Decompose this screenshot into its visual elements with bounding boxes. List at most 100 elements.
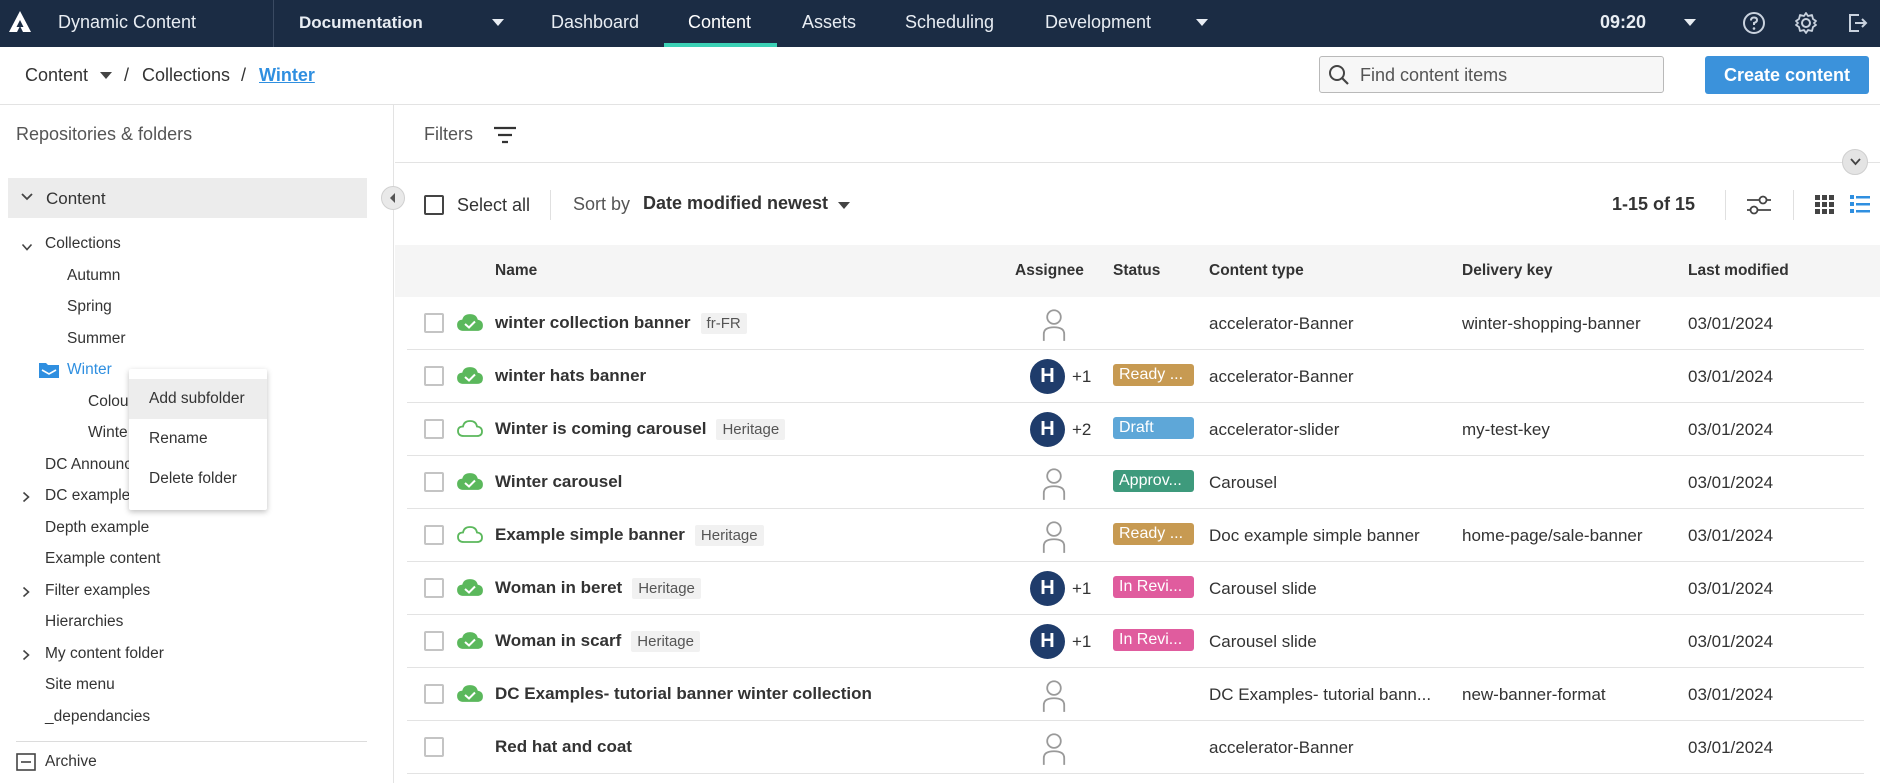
row-checkbox[interactable] — [424, 737, 444, 757]
column-header-content-type[interactable]: Content type — [1209, 262, 1304, 280]
row-checkbox[interactable] — [424, 684, 444, 704]
table-row[interactable]: Red hat and coat accelerator-Banner 03/01… — [407, 721, 1864, 774]
sidebar-item-collections[interactable]: Collections — [45, 235, 121, 253]
sidebar-item-summer[interactable]: Summer — [67, 330, 126, 348]
table-row[interactable]: Woman in beret Heritage H +1 In Revi... Carou… — [407, 562, 1864, 615]
breadcrumb-chevron-down-icon[interactable] — [99, 71, 113, 80]
extra-assignee-count[interactable]: +2 — [1072, 420, 1091, 440]
row-name-text[interactable]: Woman in beret — [495, 578, 622, 597]
nav-development[interactable]: Development — [1045, 12, 1151, 33]
nav-assets[interactable]: Assets — [802, 12, 856, 33]
sidebar-item-filter-examples[interactable]: Filter examples — [45, 582, 150, 600]
column-header-delivery-key[interactable]: Delivery key — [1462, 262, 1553, 280]
create-content-button[interactable]: Create content — [1705, 56, 1869, 94]
row-checkbox[interactable] — [424, 419, 444, 439]
column-header-status[interactable]: Status — [1113, 262, 1160, 280]
clock-display[interactable]: 09:20 — [1600, 12, 1646, 33]
table-row[interactable]: winter collection banner fr-FR accelerato… — [407, 297, 1864, 350]
row-name-text[interactable]: Winter is coming carousel — [495, 419, 706, 438]
row-name[interactable]: winter hats banner — [495, 366, 646, 386]
avatar[interactable]: H — [1030, 412, 1065, 447]
sidebar-item-dc-announcements[interactable]: DC Announc — [45, 456, 132, 474]
sidebar-item-dependancies[interactable]: _dependancies — [45, 708, 150, 726]
development-chevron-down-icon[interactable] — [1195, 18, 1209, 28]
row-checkbox[interactable] — [424, 366, 444, 386]
row-name-text[interactable]: Winter carousel — [495, 472, 622, 491]
column-header-assignee[interactable]: Assignee — [1015, 262, 1084, 280]
amplience-logo-icon[interactable] — [6, 8, 34, 36]
column-header-last-modified[interactable]: Last modified — [1688, 262, 1789, 280]
row-name-text[interactable]: DC Examples- tutorial banner winter coll… — [495, 684, 872, 703]
table-row[interactable]: DC Examples- tutorial banner winter coll… — [407, 668, 1864, 721]
row-name-text[interactable]: Woman in scarf — [495, 631, 621, 650]
search-input[interactable] — [1360, 63, 1650, 87]
sidebar-item-winter-child[interactable]: Colou — [88, 393, 129, 411]
sidebar-item-hierarchies[interactable]: Hierarchies — [45, 613, 123, 631]
sidebar-item-winter-child[interactable]: Winte — [88, 424, 128, 442]
filters-label[interactable]: Filters — [424, 124, 473, 145]
list-view-icon[interactable] — [1849, 193, 1871, 215]
extra-assignee-count[interactable]: +1 — [1072, 367, 1091, 387]
table-row[interactable]: winter hats banner H +1 Ready ... accelerato… — [407, 350, 1864, 403]
row-name[interactable]: Example simple banner Heritage — [495, 525, 764, 546]
sort-chevron-down-icon[interactable] — [837, 201, 851, 210]
sidebar-item-site-menu[interactable]: Site menu — [45, 676, 115, 694]
chevron-down-icon[interactable] — [20, 192, 34, 202]
row-name[interactable]: winter collection banner fr-FR — [495, 313, 747, 334]
row-checkbox[interactable] — [424, 525, 444, 545]
row-name[interactable]: Red hat and coat — [495, 737, 632, 757]
extra-assignee-count[interactable]: +1 — [1072, 579, 1091, 599]
sidebar-item-depth-example[interactable]: Depth example — [45, 519, 149, 537]
sidebar-item-dc-examples[interactable]: DC example — [45, 487, 130, 505]
nav-content[interactable]: Content — [688, 12, 751, 33]
row-name-text[interactable]: winter hats banner — [495, 366, 646, 385]
menu-item-rename[interactable]: Rename — [129, 419, 267, 459]
gear-icon[interactable] — [1793, 10, 1819, 36]
menu-item-delete-folder[interactable]: Delete folder — [129, 459, 267, 499]
table-row[interactable]: Woman in scarf Heritage H +1 In Revi... Carou… — [407, 615, 1864, 668]
table-row[interactable]: Winter carousel Approv... Carousel 03/01/2… — [407, 456, 1864, 509]
nav-scheduling[interactable]: Scheduling — [905, 12, 994, 33]
nav-dashboard[interactable]: Dashboard — [551, 12, 639, 33]
row-name[interactable]: Woman in scarf Heritage — [495, 631, 700, 652]
chevron-right-icon[interactable] — [22, 649, 31, 661]
sidebar-item-content[interactable]: Content — [8, 178, 367, 218]
row-name-text[interactable]: Example simple banner — [495, 525, 685, 544]
select-all-label[interactable]: Select all — [457, 195, 530, 216]
user-placeholder-icon[interactable] — [1037, 308, 1071, 342]
avatar[interactable]: H — [1030, 571, 1065, 606]
row-name-text[interactable]: winter collection banner — [495, 313, 691, 332]
clock-chevron-down-icon[interactable] — [1683, 18, 1697, 28]
row-name[interactable]: Winter is coming carousel Heritage — [495, 419, 786, 440]
row-checkbox[interactable] — [424, 313, 444, 333]
row-checkbox[interactable] — [424, 472, 444, 492]
user-placeholder-icon[interactable] — [1037, 467, 1071, 501]
sort-dropdown[interactable]: Date modified newest — [643, 193, 828, 214]
row-name[interactable]: Winter carousel — [495, 472, 622, 492]
chevron-right-icon[interactable] — [22, 586, 31, 598]
row-name[interactable]: Woman in beret Heritage — [495, 578, 701, 599]
select-all-checkbox[interactable] — [424, 195, 444, 215]
sidebar-item-archive[interactable]: Archive — [45, 753, 97, 771]
avatar[interactable]: H — [1030, 624, 1065, 659]
grid-view-icon[interactable] — [1813, 193, 1835, 215]
chevron-right-icon[interactable] — [22, 491, 31, 503]
user-placeholder-icon[interactable] — [1037, 732, 1071, 766]
sidebar-item-my-content-folder[interactable]: My content folder — [45, 645, 164, 663]
breadcrumb-winter[interactable]: Winter — [259, 65, 315, 86]
extra-assignee-count[interactable]: +1 — [1072, 632, 1091, 652]
breadcrumb-content[interactable]: Content — [25, 65, 88, 86]
row-checkbox[interactable] — [424, 631, 444, 651]
sidebar-item-example-content[interactable]: Example content — [45, 550, 160, 568]
sliders-icon[interactable] — [1745, 193, 1773, 217]
user-placeholder-icon[interactable] — [1037, 679, 1071, 713]
hub-chevron-down-icon[interactable] — [491, 18, 505, 28]
chevron-down-icon[interactable] — [21, 243, 33, 252]
sidebar-item-autumn[interactable]: Autumn — [67, 267, 120, 285]
column-header-name[interactable]: Name — [495, 262, 537, 280]
hub-selector[interactable]: Documentation — [299, 13, 423, 33]
row-checkbox[interactable] — [424, 578, 444, 598]
help-icon[interactable] — [1741, 10, 1767, 36]
search-box[interactable] — [1319, 56, 1664, 93]
table-row[interactable]: Winter is coming carousel Heritage H +2 Draf… — [407, 403, 1864, 456]
